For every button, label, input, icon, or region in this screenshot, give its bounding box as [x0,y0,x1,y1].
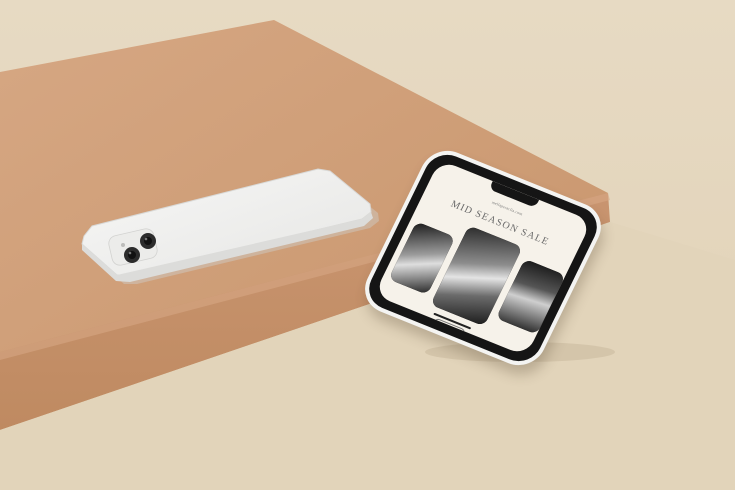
camera-lens-icon [124,247,140,263]
backdrop [0,0,735,490]
flash-icon [121,243,125,247]
camera-lens-icon [140,233,156,249]
product-mockup-scene: mellaperaclia.com MID SEASON SALE shop n… [0,0,735,490]
